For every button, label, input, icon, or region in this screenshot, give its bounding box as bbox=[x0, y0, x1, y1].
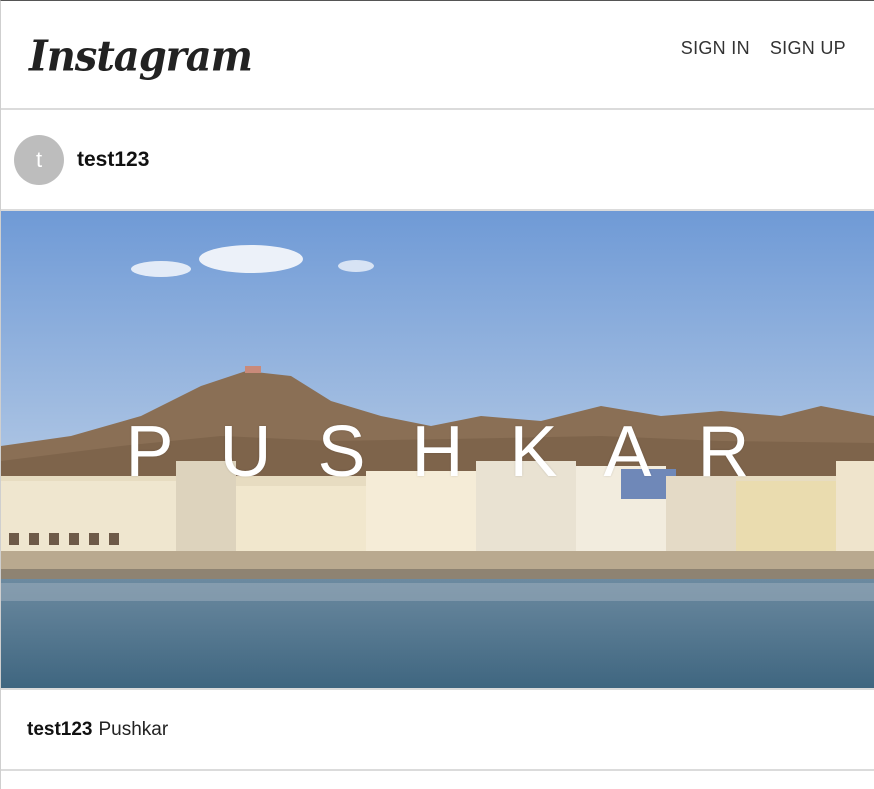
page: Instagram SIGN IN SIGN UP t test123 PUSH… bbox=[0, 0, 874, 789]
caption-username[interactable]: test123 bbox=[27, 719, 93, 741]
caption-text: Pushkar bbox=[98, 718, 169, 740]
app-header: Instagram SIGN IN SIGN UP bbox=[1, 1, 874, 110]
post-header: t test123 bbox=[1, 110, 874, 211]
auth-nav: SIGN IN SIGN UP bbox=[681, 38, 846, 59]
instagram-logo[interactable]: Instagram bbox=[29, 32, 253, 81]
post-image[interactable]: PUSHKAR bbox=[1, 211, 874, 690]
sign-up-button[interactable]: SIGN UP bbox=[770, 38, 846, 59]
post-caption: test123 Pushkar bbox=[1, 690, 874, 771]
post-username[interactable]: test123 bbox=[77, 148, 149, 172]
image-overlay-text: PUSHKAR bbox=[125, 412, 796, 492]
avatar[interactable]: t bbox=[14, 134, 64, 185]
sign-in-button[interactable]: SIGN IN bbox=[681, 38, 750, 59]
post-card: t test123 PUSHKAR test123 Pushkar bbox=[1, 110, 874, 771]
